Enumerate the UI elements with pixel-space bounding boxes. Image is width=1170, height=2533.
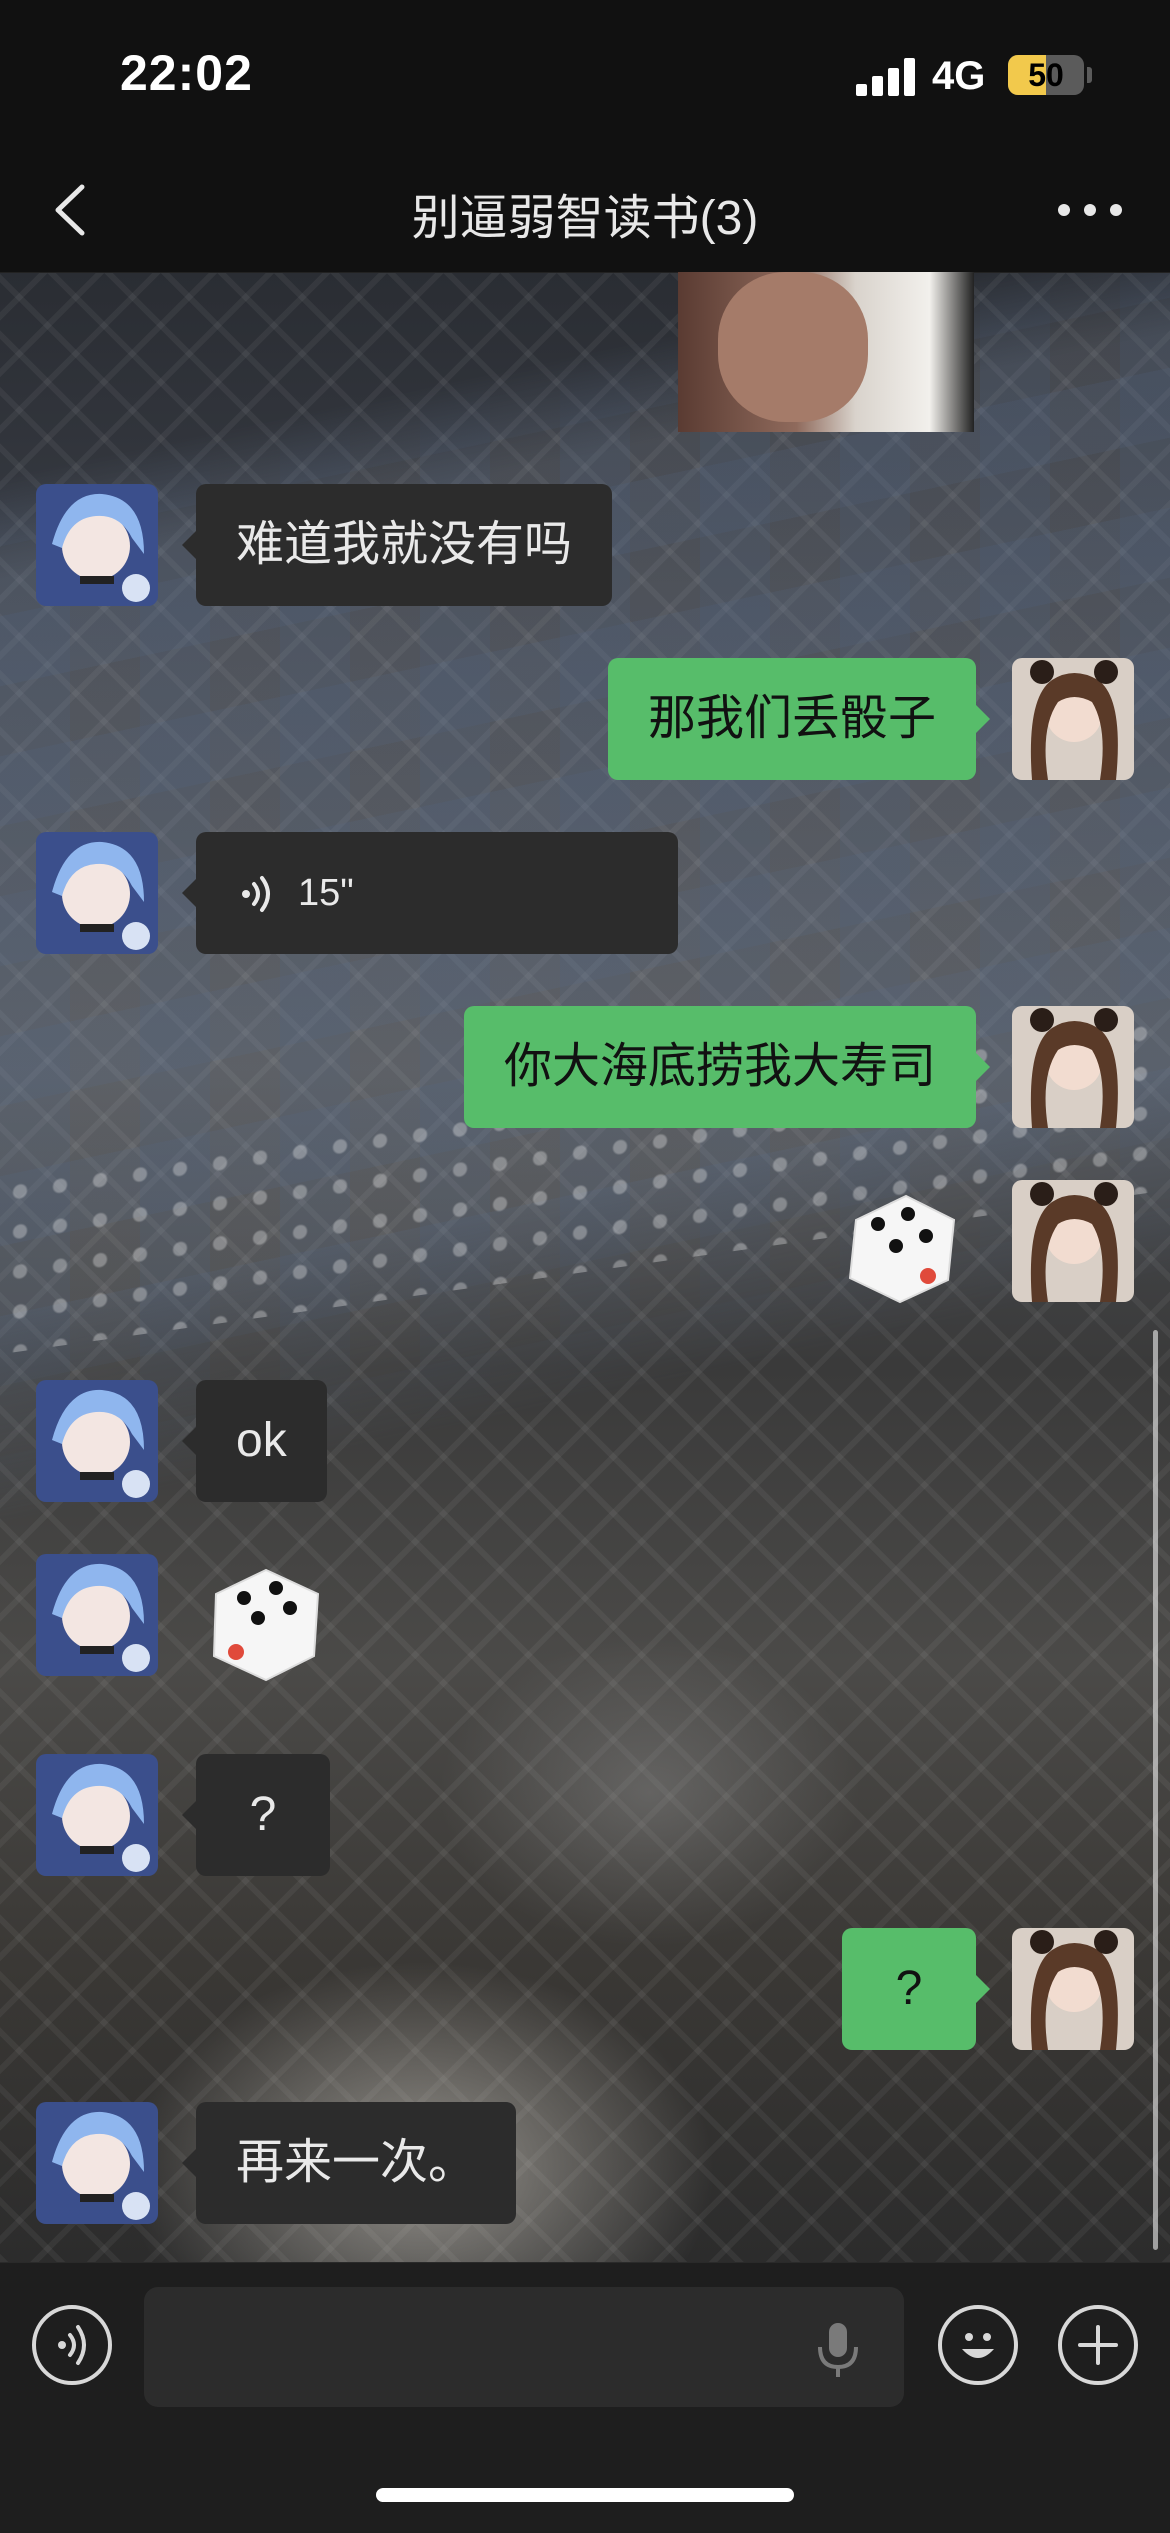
message-bubble-incoming[interactable]: ?: [182, 1754, 330, 1876]
more-dots-icon: [1058, 204, 1122, 216]
message-bubble-incoming[interactable]: 再来一次。: [181, 2102, 517, 2224]
more-button[interactable]: [1050, 175, 1130, 245]
avatar-self[interactable]: [1012, 658, 1134, 780]
battery-icon: 50: [1008, 55, 1084, 95]
message-input[interactable]: [144, 2287, 904, 2407]
message-bubble-outgoing[interactable]: 你大海底捞我大寿司: [463, 1006, 991, 1128]
avatar-self[interactable]: [1012, 1180, 1134, 1302]
plus-button[interactable]: [1058, 2305, 1138, 2385]
chat-scrollbar[interactable]: [1153, 1330, 1158, 2250]
cellular-signal-icon: [856, 58, 916, 96]
network-type: 4G: [932, 54, 986, 98]
chat-title: 别逼弱智读书(3): [411, 192, 759, 245]
message-text: ok: [236, 1414, 287, 1467]
avatar-member[interactable]: [36, 1380, 158, 1502]
avatar-member[interactable]: [36, 832, 158, 954]
avatar-self[interactable]: [1012, 1006, 1134, 1128]
battery-percent: 50: [1028, 57, 1064, 93]
image-content: [718, 272, 868, 422]
message-bubble-incoming[interactable]: 难道我就没有吗: [181, 484, 613, 606]
message-text: 难道我就没有吗: [236, 518, 573, 571]
voice-duration: 15": [298, 872, 354, 914]
status-time: 22:02: [120, 45, 253, 101]
message-text: ?: [895, 1962, 923, 2015]
avatar-self[interactable]: [1012, 1928, 1134, 2050]
dice-icon: [848, 1194, 956, 1304]
voice-wave-icon: [242, 876, 270, 912]
plus-icon: [1078, 2325, 1118, 2365]
avatar-member[interactable]: [36, 1754, 158, 1876]
status-bar: 22:02 4G 50: [0, 0, 1170, 150]
message-text: 再来一次。: [236, 2136, 477, 2189]
microphone-icon[interactable]: [810, 2319, 866, 2379]
dice-message[interactable]: [836, 1180, 966, 1310]
message-bubble-outgoing[interactable]: 那我们丢骰子: [607, 658, 991, 780]
image-message[interactable]: [678, 272, 974, 432]
avatar-member[interactable]: [36, 1554, 158, 1676]
message-bubble-outgoing[interactable]: ?: [842, 1928, 990, 2050]
home-indicator[interactable]: [376, 2488, 794, 2502]
battery-tip: [1087, 67, 1092, 83]
emoji-icon: [962, 2333, 994, 2358]
voice-mode-button[interactable]: [32, 2305, 112, 2385]
dice-message[interactable]: [200, 1556, 330, 1686]
message-text: 你大海底捞我大寿司: [503, 1040, 936, 1093]
voice-message[interactable]: 15": [182, 832, 678, 954]
message-text: ?: [249, 1788, 277, 1841]
message-text: 那我们丢骰子: [647, 692, 936, 745]
avatar-member[interactable]: [36, 484, 158, 606]
dice-icon: [212, 1568, 320, 1682]
chat-header: 别逼弱智读书(3): [0, 150, 1170, 273]
avatar-member[interactable]: [36, 2102, 158, 2224]
message-bubble-incoming[interactable]: ok: [182, 1380, 327, 1502]
voice-mode-icon: [58, 2325, 86, 2365]
emoji-button[interactable]: [938, 2305, 1018, 2385]
